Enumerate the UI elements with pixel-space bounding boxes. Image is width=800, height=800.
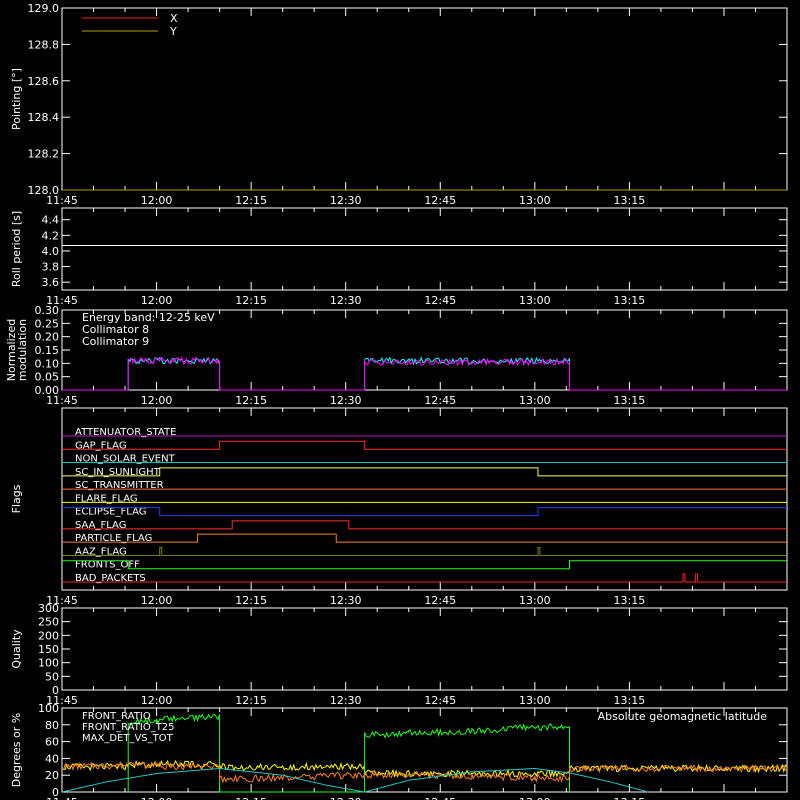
y-tick-label: 100: [38, 702, 59, 715]
y-tick-label: 250: [38, 616, 59, 629]
legend-label: FRONT_RATIO_T25: [82, 722, 175, 733]
x-tick-label: 12:15: [235, 694, 267, 707]
y-tick-label: 4.2: [42, 229, 60, 242]
flag-label: ECLIPSE_FLAG: [75, 507, 146, 518]
y-tick-label: 0.30: [35, 304, 60, 317]
x-tick-label: 13:15: [614, 694, 646, 707]
y-tick-label: 128.2: [28, 148, 60, 161]
y-tick-label: 0: [52, 684, 59, 697]
legend-label: FRONT_RATIO: [82, 711, 151, 722]
y-tick-label: 50: [45, 670, 59, 683]
x-tick-label: 12:45: [424, 394, 456, 407]
x-tick-label: 12:00: [141, 294, 173, 307]
y-tick-label: 3.8: [42, 261, 60, 274]
x-tick-label: 13:15: [614, 294, 646, 307]
x-tick-label: 12:00: [141, 796, 173, 800]
x-tick-label: 12:45: [424, 694, 456, 707]
x-tick-label: 12:00: [141, 194, 173, 207]
y-tick-label: 128.8: [28, 38, 60, 51]
y-tick-label: 4.0: [42, 245, 60, 258]
y-tick-label: 100: [38, 657, 59, 670]
y-tick-label: 128.6: [28, 75, 60, 88]
y-tick-label: 0.20: [35, 331, 60, 344]
x-tick-label: 13:15: [614, 796, 646, 800]
x-tick-label: 11:45: [46, 796, 78, 800]
x-tick-label: 12:30: [330, 594, 362, 607]
y-axis-label: modulation: [16, 319, 29, 381]
y-axis-label: Quality: [10, 629, 23, 669]
legend-label: MAX_DET_VS_TOT: [82, 733, 174, 744]
x-tick-label: 13:15: [614, 594, 646, 607]
y-tick-label: 80: [45, 719, 59, 732]
x-tick-label: 13:00: [519, 594, 551, 607]
y-tick-label: 0.05: [35, 371, 60, 384]
y-tick-label: 128.0: [28, 184, 60, 197]
y-tick-label: 60: [45, 736, 59, 749]
x-tick-label: 12:30: [330, 394, 362, 407]
x-tick-label: 12:30: [330, 796, 362, 800]
x-tick-label: 13:15: [614, 394, 646, 407]
y-tick-label: 129.0: [28, 2, 60, 15]
legend-label: X: [170, 12, 178, 25]
x-tick-label: 12:15: [235, 294, 267, 307]
y-tick-label: 3.6: [42, 276, 60, 289]
x-tick-label: 12:30: [330, 294, 362, 307]
x-tick-label: 13:00: [519, 694, 551, 707]
y-tick-label: 300: [38, 602, 59, 615]
x-tick-label: 12:00: [141, 394, 173, 407]
y-tick-label: 150: [38, 643, 59, 656]
legend-label: Y: [169, 25, 177, 38]
legend-label: Collimator 9: [82, 335, 149, 348]
x-tick-label: 12:45: [424, 796, 456, 800]
x-tick-label: 12:45: [424, 294, 456, 307]
x-tick-label: 13:00: [519, 194, 551, 207]
x-tick-label: 12:15: [235, 796, 267, 800]
x-tick-label: 13:00: [519, 294, 551, 307]
x-tick-label: 12:30: [330, 694, 362, 707]
x-tick-label: 12:45: [424, 594, 456, 607]
x-tick-label: 12:30: [330, 194, 362, 207]
y-tick-label: 20: [45, 769, 59, 782]
chart-canvas: 11:45 12:00 12:15 12:30 12:45 13:00 13:15 129.0…: [0, 0, 800, 800]
y-axis-label: Flags: [10, 484, 23, 513]
x-tick-label: 12:15: [235, 194, 267, 207]
y-tick-label: 0: [52, 786, 59, 799]
x-tick-label: 12:00: [141, 694, 173, 707]
annotation-geomagnetic: Absolute geomagnetic latitude: [598, 710, 768, 723]
y-axis-label: Pointing [°]: [10, 68, 23, 130]
y-tick-label: 0.15: [35, 344, 60, 357]
x-tick-label: 12:15: [235, 394, 267, 407]
y-tick-label: 0.10: [35, 357, 60, 370]
x-tick-label: 13:00: [519, 796, 551, 800]
x-tick-label: 12:45: [424, 194, 456, 207]
y-axis-label: Roll period [s]: [10, 211, 23, 287]
y-axis-label: Degrees or %: [10, 713, 23, 787]
y-tick-label: 40: [45, 752, 59, 765]
x-tick-label: 12:00: [141, 594, 173, 607]
x-tick-label: 13:00: [519, 394, 551, 407]
x-tick-label: 13:15: [614, 194, 646, 207]
y-tick-label: 0.00: [35, 384, 60, 397]
y-tick-label: 200: [38, 629, 59, 642]
y-tick-label: 128.4: [28, 111, 60, 124]
x-tick-label: 12:15: [235, 594, 267, 607]
y-tick-label: 4.4: [42, 214, 60, 227]
y-tick-label: 0.25: [35, 317, 60, 330]
